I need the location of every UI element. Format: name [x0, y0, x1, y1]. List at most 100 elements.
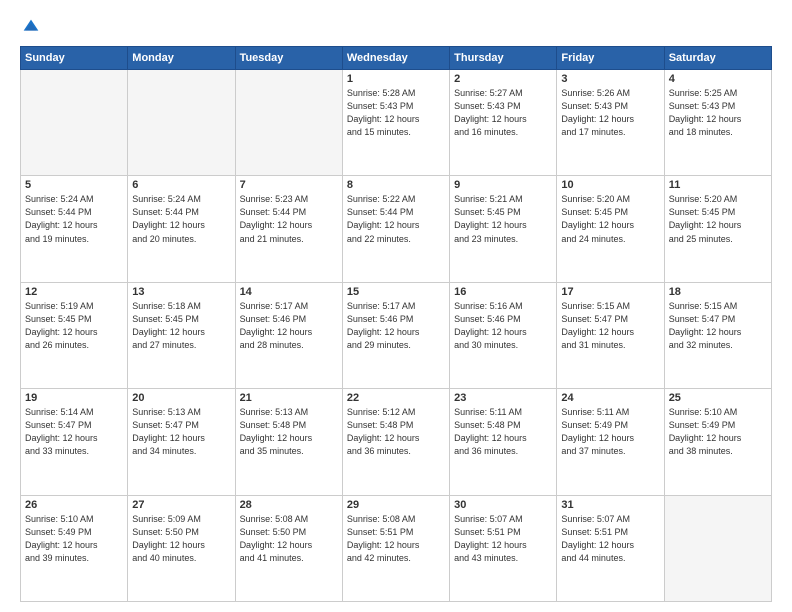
day-info: Sunrise: 5:21 AM Sunset: 5:45 PM Dayligh…: [454, 193, 552, 245]
day-cell: 3 Sunrise: 5:26 AM Sunset: 5:43 PM Daylig…: [557, 70, 664, 176]
header-cell-friday: Friday: [557, 47, 664, 70]
day-number: 7: [240, 179, 338, 191]
week-row-0: 1 Sunrise: 5:28 AM Sunset: 5:43 PM Daylig…: [21, 70, 772, 176]
day-cell: 20Sunrise: 5:13 AM Sunset: 5:47 PM Dayli…: [128, 389, 235, 495]
day-number: 4: [669, 73, 767, 85]
day-cell: 25Sunrise: 5:10 AM Sunset: 5:49 PM Dayli…: [664, 389, 771, 495]
day-info: Sunrise: 5:26 AM Sunset: 5:43 PM Dayligh…: [561, 87, 659, 139]
day-cell: [235, 70, 342, 176]
header-cell-sunday: Sunday: [21, 47, 128, 70]
day-cell: 6 Sunrise: 5:24 AM Sunset: 5:44 PM Daylig…: [128, 176, 235, 282]
logo-icon: [20, 16, 42, 38]
day-info: Sunrise: 5:23 AM Sunset: 5:44 PM Dayligh…: [240, 193, 338, 245]
day-cell: 7 Sunrise: 5:23 AM Sunset: 5:44 PM Daylig…: [235, 176, 342, 282]
day-cell: 18 Sunrise: 5:15 AM Sunset: 5:47 PM Dayli…: [664, 282, 771, 388]
day-info: Sunrise: 5:08 AM Sunset: 5:50 PM Dayligh…: [240, 513, 338, 565]
day-cell: 5 Sunrise: 5:24 AM Sunset: 5:44 PM Daylig…: [21, 176, 128, 282]
calendar-body: 1 Sunrise: 5:28 AM Sunset: 5:43 PM Daylig…: [21, 70, 772, 602]
day-info: Sunrise: 5:22 AM Sunset: 5:44 PM Dayligh…: [347, 193, 445, 245]
day-info: Sunrise: 5:17 AM Sunset: 5:46 PM Dayligh…: [240, 300, 338, 352]
day-info: Sunrise: 5:15 AM Sunset: 5:47 PM Dayligh…: [561, 300, 659, 352]
page: SundayMondayTuesdayWednesdayThursdayFrid…: [0, 0, 792, 612]
day-number: 26: [25, 499, 123, 511]
day-info: Sunrise: 5:17 AM Sunset: 5:46 PM Dayligh…: [347, 300, 445, 352]
day-number: 9: [454, 179, 552, 191]
day-info: Sunrise: 5:15 AM Sunset: 5:47 PM Dayligh…: [669, 300, 767, 352]
day-number: 16: [454, 286, 552, 298]
day-info: Sunrise: 5:13 AM Sunset: 5:48 PM Dayligh…: [240, 406, 338, 458]
day-number: 14: [240, 286, 338, 298]
day-number: 17: [561, 286, 659, 298]
day-cell: 2 Sunrise: 5:27 AM Sunset: 5:43 PM Daylig…: [450, 70, 557, 176]
day-number: 30: [454, 499, 552, 511]
day-info: Sunrise: 5:07 AM Sunset: 5:51 PM Dayligh…: [454, 513, 552, 565]
logo: [20, 16, 46, 38]
day-cell: 22 Sunrise: 5:12 AM Sunset: 5:48 PM Dayli…: [342, 389, 449, 495]
day-info: Sunrise: 5:28 AM Sunset: 5:43 PM Dayligh…: [347, 87, 445, 139]
day-cell: 13 Sunrise: 5:18 AM Sunset: 5:45 PM Dayli…: [128, 282, 235, 388]
day-info: Sunrise: 5:14 AM Sunset: 5:47 PM Dayligh…: [25, 406, 123, 458]
day-info: Sunrise: 5:09 AM Sunset: 5:50 PM Dayligh…: [132, 513, 230, 565]
week-row-4: 26 Sunrise: 5:10 AM Sunset: 5:49 PM Dayli…: [21, 495, 772, 601]
day-cell: 31Sunrise: 5:07 AM Sunset: 5:51 PM Dayli…: [557, 495, 664, 601]
day-cell: 23 Sunrise: 5:11 AM Sunset: 5:48 PM Dayli…: [450, 389, 557, 495]
calendar-table: SundayMondayTuesdayWednesdayThursdayFrid…: [20, 46, 772, 602]
day-info: Sunrise: 5:11 AM Sunset: 5:48 PM Dayligh…: [454, 406, 552, 458]
day-number: 15: [347, 286, 445, 298]
day-number: 1: [347, 73, 445, 85]
day-cell: 12 Sunrise: 5:19 AM Sunset: 5:45 PM Dayli…: [21, 282, 128, 388]
day-info: Sunrise: 5:24 AM Sunset: 5:44 PM Dayligh…: [25, 193, 123, 245]
day-number: 21: [240, 392, 338, 404]
day-cell: 27 Sunrise: 5:09 AM Sunset: 5:50 PM Dayli…: [128, 495, 235, 601]
day-info: Sunrise: 5:25 AM Sunset: 5:43 PM Dayligh…: [669, 87, 767, 139]
header: [20, 16, 772, 38]
day-cell: 21 Sunrise: 5:13 AM Sunset: 5:48 PM Dayli…: [235, 389, 342, 495]
day-info: Sunrise: 5:08 AM Sunset: 5:51 PM Dayligh…: [347, 513, 445, 565]
day-cell: 26 Sunrise: 5:10 AM Sunset: 5:49 PM Dayli…: [21, 495, 128, 601]
day-number: 6: [132, 179, 230, 191]
day-cell: [128, 70, 235, 176]
day-cell: 29 Sunrise: 5:08 AM Sunset: 5:51 PM Dayli…: [342, 495, 449, 601]
day-number: 27: [132, 499, 230, 511]
day-cell: 14 Sunrise: 5:17 AM Sunset: 5:46 PM Dayli…: [235, 282, 342, 388]
week-row-1: 5 Sunrise: 5:24 AM Sunset: 5:44 PM Daylig…: [21, 176, 772, 282]
day-number: 19: [25, 392, 123, 404]
day-info: Sunrise: 5:10 AM Sunset: 5:49 PM Dayligh…: [25, 513, 123, 565]
day-cell: 10Sunrise: 5:20 AM Sunset: 5:45 PM Dayli…: [557, 176, 664, 282]
day-info: Sunrise: 5:24 AM Sunset: 5:44 PM Dayligh…: [132, 193, 230, 245]
week-row-2: 12 Sunrise: 5:19 AM Sunset: 5:45 PM Dayli…: [21, 282, 772, 388]
header-cell-tuesday: Tuesday: [235, 47, 342, 70]
day-cell: 28 Sunrise: 5:08 AM Sunset: 5:50 PM Dayli…: [235, 495, 342, 601]
day-cell: 4 Sunrise: 5:25 AM Sunset: 5:43 PM Daylig…: [664, 70, 771, 176]
day-cell: 15 Sunrise: 5:17 AM Sunset: 5:46 PM Dayli…: [342, 282, 449, 388]
day-number: 13: [132, 286, 230, 298]
day-cell: 24 Sunrise: 5:11 AM Sunset: 5:49 PM Dayli…: [557, 389, 664, 495]
day-info: Sunrise: 5:20 AM Sunset: 5:45 PM Dayligh…: [669, 193, 767, 245]
day-info: Sunrise: 5:27 AM Sunset: 5:43 PM Dayligh…: [454, 87, 552, 139]
day-number: 11: [669, 179, 767, 191]
day-info: Sunrise: 5:19 AM Sunset: 5:45 PM Dayligh…: [25, 300, 123, 352]
day-number: 23: [454, 392, 552, 404]
day-info: Sunrise: 5:18 AM Sunset: 5:45 PM Dayligh…: [132, 300, 230, 352]
day-number: 24: [561, 392, 659, 404]
header-row: SundayMondayTuesdayWednesdayThursdayFrid…: [21, 47, 772, 70]
day-cell: 11 Sunrise: 5:20 AM Sunset: 5:45 PM Dayli…: [664, 176, 771, 282]
day-info: Sunrise: 5:16 AM Sunset: 5:46 PM Dayligh…: [454, 300, 552, 352]
day-number: 29: [347, 499, 445, 511]
day-number: 12: [25, 286, 123, 298]
header-cell-wednesday: Wednesday: [342, 47, 449, 70]
day-info: Sunrise: 5:12 AM Sunset: 5:48 PM Dayligh…: [347, 406, 445, 458]
day-number: 20: [132, 392, 230, 404]
day-number: 18: [669, 286, 767, 298]
day-number: 28: [240, 499, 338, 511]
day-number: 2: [454, 73, 552, 85]
day-number: 3: [561, 73, 659, 85]
day-info: Sunrise: 5:11 AM Sunset: 5:49 PM Dayligh…: [561, 406, 659, 458]
day-cell: 1 Sunrise: 5:28 AM Sunset: 5:43 PM Daylig…: [342, 70, 449, 176]
day-cell: 19 Sunrise: 5:14 AM Sunset: 5:47 PM Dayli…: [21, 389, 128, 495]
header-cell-monday: Monday: [128, 47, 235, 70]
day-number: 5: [25, 179, 123, 191]
day-info: Sunrise: 5:07 AM Sunset: 5:51 PM Dayligh…: [561, 513, 659, 565]
day-number: 22: [347, 392, 445, 404]
day-cell: [21, 70, 128, 176]
